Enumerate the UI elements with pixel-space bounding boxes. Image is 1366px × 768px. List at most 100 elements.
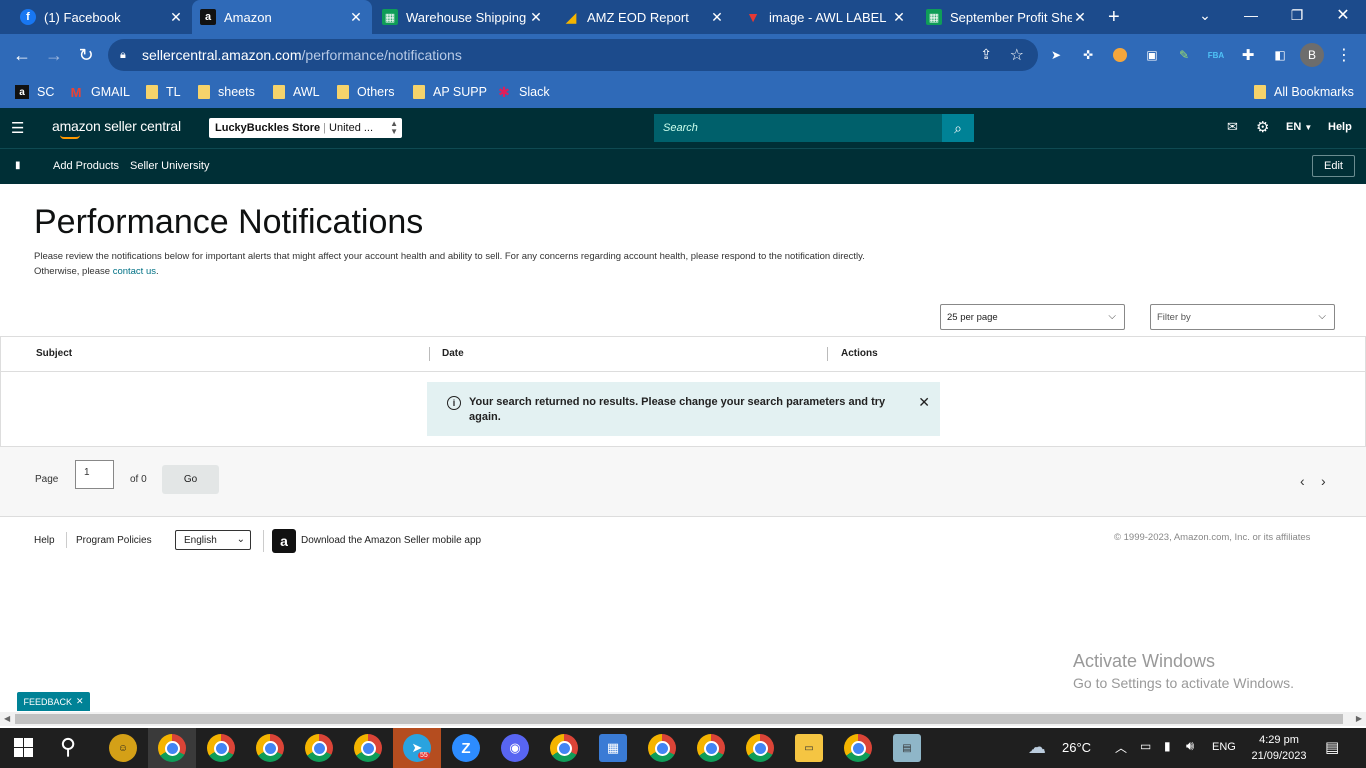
- chrome-icon[interactable]: [158, 734, 186, 762]
- nav-seller-university[interactable]: Seller University: [130, 160, 209, 172]
- search-input[interactable]: Search: [654, 114, 942, 142]
- scroll-left-icon[interactable]: ◀: [4, 714, 10, 723]
- close-icon[interactable]: ✕: [168, 9, 184, 26]
- chrome-icon[interactable]: [305, 734, 333, 762]
- system-clock[interactable]: 4:29 pm 21/09/2023: [1247, 732, 1311, 764]
- gear-icon[interactable]: ⚙: [1256, 118, 1269, 136]
- nav-add-products[interactable]: Add Products: [53, 160, 119, 172]
- close-icon[interactable]: ✕: [1072, 9, 1088, 26]
- bookmark-icon[interactable]: ▮: [15, 160, 21, 171]
- weather-temp[interactable]: 26°C: [1062, 740, 1091, 755]
- close-icon[interactable]: ✕: [348, 9, 364, 26]
- language-selector[interactable]: EN ▼: [1286, 121, 1312, 133]
- scroll-right-icon[interactable]: ▶: [1356, 714, 1362, 723]
- feedback-button[interactable]: FEEDBACK ✕: [17, 692, 90, 711]
- store-selector[interactable]: LuckyBuckles Store | United ... ▲ ▼: [209, 118, 402, 138]
- help-link[interactable]: Help: [1328, 121, 1352, 133]
- reload-icon[interactable]: ↻: [73, 42, 99, 68]
- bookmark-sheets[interactable]: sheets: [198, 83, 255, 101]
- tab-search-icon[interactable]: ⌄: [1182, 0, 1228, 30]
- microphone-icon[interactable]: ▮: [1164, 739, 1171, 753]
- profile-avatar[interactable]: B: [1300, 43, 1324, 67]
- per-page-select[interactable]: 25 per page ⌵: [940, 304, 1125, 330]
- close-window-icon[interactable]: ✕: [1320, 0, 1366, 30]
- color-picker-icon[interactable]: ✎: [1174, 45, 1194, 65]
- bookmark-awl[interactable]: AWL: [273, 83, 320, 101]
- bookmark-tl[interactable]: TL: [146, 83, 181, 101]
- network-icon[interactable]: ▭: [1140, 739, 1151, 753]
- input-language[interactable]: ENG: [1212, 741, 1236, 753]
- footer-help-link[interactable]: Help: [34, 535, 55, 546]
- windows-start-icon[interactable]: [14, 738, 33, 757]
- extension-arrow-icon[interactable]: ➤: [1046, 45, 1066, 65]
- amazon-app-icon[interactable]: a: [272, 529, 296, 553]
- chevron-right-icon[interactable]: ›: [1321, 473, 1326, 489]
- camera-icon[interactable]: ▣: [1142, 45, 1162, 65]
- chrome-icon[interactable]: [697, 734, 725, 762]
- tab-amz-eod-report[interactable]: ◢ AMZ EOD Report ✕: [555, 0, 733, 34]
- star-icon[interactable]: ☆: [1010, 45, 1024, 65]
- close-icon[interactable]: ✕: [76, 696, 84, 707]
- url-bar[interactable]: 🔒︎ sellercentral.amazon.com/performance/…: [108, 39, 1038, 71]
- tab-warehouse-shipping[interactable]: ▦ Warehouse Shipping & ✕: [374, 0, 552, 34]
- close-icon[interactable]: ✕: [709, 9, 725, 26]
- all-bookmarks[interactable]: All Bookmarks: [1254, 83, 1354, 101]
- app-icon[interactable]: ☺: [109, 734, 137, 762]
- column-date[interactable]: Date: [442, 348, 464, 359]
- chevron-left-icon[interactable]: ‹: [1300, 473, 1305, 489]
- chevron-up-icon[interactable]: ︿: [1115, 739, 1127, 756]
- program-policies-link[interactable]: Program Policies: [76, 535, 152, 546]
- forward-icon[interactable]: →: [41, 42, 67, 68]
- go-button[interactable]: Go: [162, 465, 219, 494]
- extension-circle-icon[interactable]: [1110, 45, 1130, 65]
- close-icon[interactable]: ✕: [918, 395, 930, 410]
- extension-puzzle-icon[interactable]: ✜: [1078, 45, 1098, 65]
- bookmark-gmail[interactable]: M GMAIL: [69, 83, 130, 101]
- chrome-icon[interactable]: [844, 734, 872, 762]
- scrollbar-thumb[interactable]: [15, 714, 1343, 724]
- chrome-icon[interactable]: [746, 734, 774, 762]
- chrome-icon[interactable]: [354, 734, 382, 762]
- side-panel-icon[interactable]: ◧: [1270, 45, 1290, 65]
- calculator-icon[interactable]: ▦: [599, 734, 627, 762]
- close-icon[interactable]: ✕: [528, 9, 544, 26]
- minimize-icon[interactable]: —: [1228, 0, 1274, 30]
- bookmark-ap-supp[interactable]: AP SUPP: [413, 83, 487, 101]
- chrome-icon[interactable]: [256, 734, 284, 762]
- volume-icon[interactable]: 🔊︎: [1186, 738, 1194, 754]
- edit-button[interactable]: Edit: [1312, 155, 1355, 177]
- contact-us-link[interactable]: contact us: [113, 266, 156, 277]
- filter-select[interactable]: Filter by ⌵: [1150, 304, 1335, 330]
- footer-language-select[interactable]: English ⌄: [175, 530, 251, 550]
- fba-icon[interactable]: FBA: [1206, 45, 1226, 65]
- new-tab-button[interactable]: +: [1108, 0, 1130, 34]
- chrome-icon[interactable]: [648, 734, 676, 762]
- discord-icon[interactable]: ◉: [501, 734, 529, 762]
- weather-cloud-icon[interactable]: ☁: [1028, 737, 1046, 758]
- notepad-icon[interactable]: ▤: [893, 734, 921, 762]
- menu-kebab-icon[interactable]: ⋮: [1334, 45, 1354, 65]
- tab-september-profit[interactable]: ▦ September Profit Shee ✕: [918, 0, 1096, 34]
- tab-amazon[interactable]: a Amazon ✕: [192, 0, 372, 34]
- restore-icon[interactable]: ❐: [1274, 0, 1320, 30]
- share-icon[interactable]: ⇪: [980, 46, 992, 63]
- search-icon[interactable]: ⚲: [60, 734, 76, 760]
- seller-central-logo[interactable]: amazon seller central: [52, 118, 181, 134]
- file-explorer-icon[interactable]: ▭: [795, 734, 823, 762]
- close-icon[interactable]: ✕: [891, 9, 907, 26]
- notification-center-icon[interactable]: ▤: [1325, 738, 1339, 756]
- back-icon[interactable]: ←: [9, 42, 35, 68]
- mail-icon[interactable]: ✉: [1227, 119, 1238, 135]
- bookmark-slack[interactable]: ✱ Slack: [497, 83, 549, 101]
- chrome-icon[interactable]: [207, 734, 235, 762]
- tab-facebook[interactable]: f (1) Facebook ✕: [12, 0, 192, 34]
- tab-awl-label[interactable]: ▼ image - AWL LABEL ✕: [737, 0, 915, 34]
- hamburger-menu-icon[interactable]: ☰: [11, 119, 24, 137]
- search-icon[interactable]: ⌕: [942, 114, 974, 142]
- page-number-input[interactable]: 1: [75, 460, 114, 489]
- zoom-icon[interactable]: Z: [452, 734, 480, 762]
- bookmark-sc[interactable]: a SC: [15, 83, 54, 101]
- extensions-icon[interactable]: ✚: [1238, 45, 1258, 65]
- download-app-link[interactable]: Download the Amazon Seller mobile app: [301, 535, 481, 546]
- bookmark-others[interactable]: Others: [337, 83, 395, 101]
